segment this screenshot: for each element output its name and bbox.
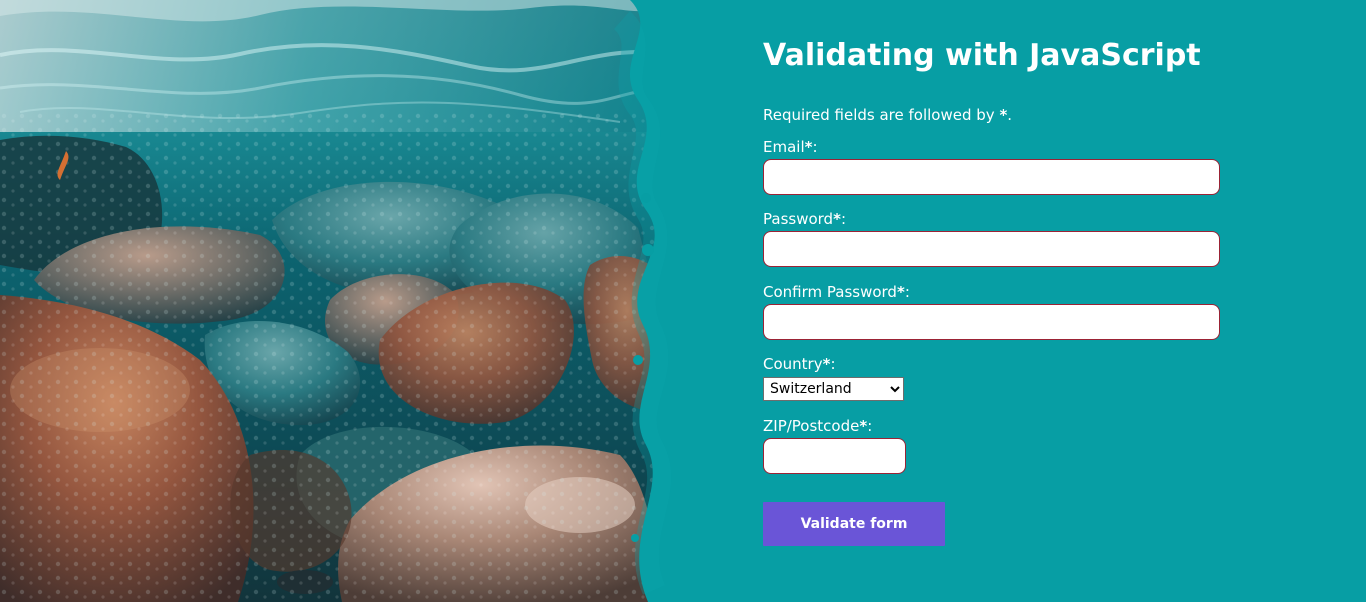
email-label-colon: :	[812, 138, 818, 156]
zip-label: ZIP/Postcode*:	[763, 417, 872, 435]
password-label-text: Password	[763, 210, 834, 228]
email-field[interactable]	[763, 159, 1220, 195]
country-label-colon: :	[830, 355, 836, 373]
required-fields-note: Required fields are followed by *.	[763, 106, 1012, 124]
note-suffix: .	[1007, 106, 1013, 124]
form-area: Validating with JavaScript Required fiel…	[763, 0, 1283, 602]
country-select[interactable]: Switzerland	[763, 377, 904, 401]
zip-field[interactable]	[763, 438, 906, 474]
confirm-password-label: Confirm Password*:	[763, 283, 910, 301]
validation-page: Validating with JavaScript Required fiel…	[0, 0, 1366, 602]
note-text: Required fields are followed by	[763, 106, 1000, 124]
confirm-password-field[interactable]	[763, 304, 1220, 340]
zip-label-text: ZIP/Postcode	[763, 417, 860, 435]
country-label: Country*:	[763, 355, 836, 373]
validate-form-button[interactable]: Validate form	[763, 502, 945, 546]
email-label-text: Email	[763, 138, 805, 156]
page-title: Validating with JavaScript	[763, 38, 1201, 73]
confirm-password-label-colon: :	[904, 283, 910, 301]
zip-label-colon: :	[867, 417, 873, 435]
password-label: Password*:	[763, 210, 846, 228]
password-required-marker: *	[833, 210, 841, 228]
password-label-colon: :	[840, 210, 846, 228]
password-field[interactable]	[763, 231, 1220, 267]
email-label: Email*:	[763, 138, 818, 156]
country-label-text: Country	[763, 355, 823, 373]
confirm-password-label-text: Confirm Password	[763, 283, 897, 301]
confirm-password-required-marker: *	[896, 283, 905, 301]
underwater-rocks-image	[0, 0, 680, 602]
